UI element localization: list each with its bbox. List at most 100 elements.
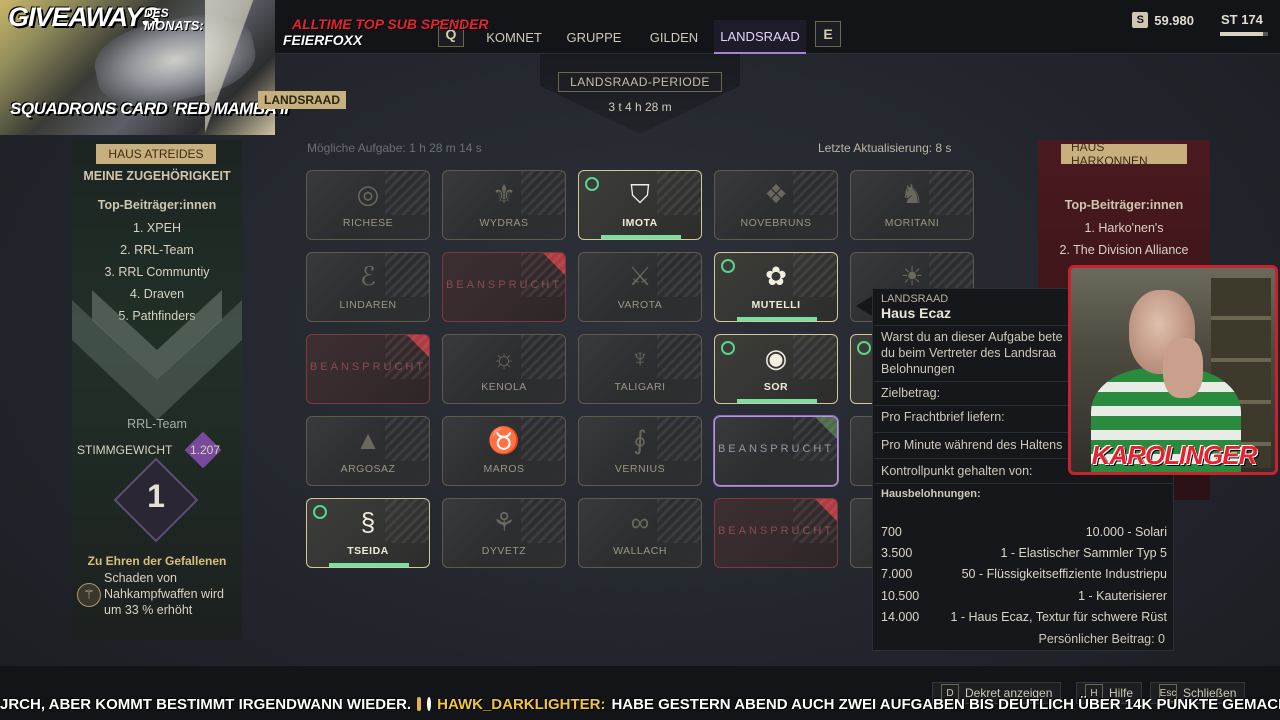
house-tile[interactable]: ◎ RICHESE [306,170,430,240]
house-name: VERNIUS [614,463,666,475]
house-tile[interactable]: BEANSPRUCHT [306,334,430,404]
contributor-item: 2. The Division Alliance [1059,243,1189,257]
house-tile[interactable]: ⛉ IMOTA [578,170,702,240]
house-emblem-icon: ⚜ [492,179,516,209]
tab-gruppe[interactable]: GRUPPE [560,20,628,54]
solari-amount: 59.980 [1154,12,1194,28]
tab-gilden[interactable]: GILDEN [642,20,706,54]
house-emblem-icon: § [360,507,376,537]
subscriber-badge-icon [417,697,422,711]
task-available-icon [721,341,735,355]
giveaway-title: GIVEAWAYS [8,2,160,32]
house-emblem-icon: ◉ [764,343,788,373]
tooltip-category: LANDSRAAD [881,293,949,305]
reward-row: 14.000 1 - Haus Ecaz, Textur für schwere … [881,610,1167,624]
house-emblem-icon: ☀ [900,261,924,291]
tab-landsraad[interactable]: LANDSRAAD [714,20,806,54]
house-name: SOR [763,381,789,393]
claimed-corner-icon [815,499,837,521]
period-banner [540,54,740,134]
house-tile[interactable]: ✿ MUTELLI [714,252,838,322]
chat-message: HABE GESTERN ABEND AUCH ZWEI AUFGABEN BI… [611,695,1280,713]
house-name: WYDRAS [479,217,529,229]
house-emblem-icon: ❖ [764,179,788,209]
house-name: DYVETZ [481,545,527,557]
honor-description: Schaden von Nahkampfwaffen wird um 33 % … [104,571,224,617]
house-name: ARGOSAZ [340,463,396,475]
affiliation-label: MEINE ZUGEHÖRIGKEIT [83,169,231,183]
stamina-bar-fill [1220,32,1264,36]
house-emblem-icon: ♞ [900,179,924,209]
claimed-label: BEANSPRUCHT [309,361,427,373]
tooltip-desc-line: Warst du an dieser Aufgabe bete [881,330,1063,344]
house-tile[interactable]: ⚔ VAROTA [578,252,702,322]
contributor-item: 2. RRL-Team [120,243,194,257]
tooltip-per-minute: Pro Minute während des Haltens [881,438,1063,452]
task-progress-bar [601,235,681,239]
house-tile[interactable]: ℰ LINDAREN [306,252,430,322]
chat-username: HAWK_DARKLIGHTER: [437,695,606,713]
tooltip-divider [874,483,1174,484]
task-available-icon [585,177,599,191]
claimed-corner-icon [543,253,565,275]
house-tile[interactable]: ⚜ WYDRAS [442,170,566,240]
rank-number: 1 [147,478,165,514]
house-name: TSEIDA [347,545,389,557]
reward-amount: 700 [881,525,902,539]
last-update: Letzte Aktualisierung: 8 s [818,141,952,155]
house-emblem-icon: ⚘ [492,507,516,537]
house-tile[interactable]: ☼ KENOLA [442,334,566,404]
stamina-bar [1220,32,1268,36]
claimed-label: BEANSPRUCHT [445,279,563,291]
streamer-hand-image [1163,338,1203,398]
house-name: WALLACH [613,545,667,557]
atreides-contributors-title: Top-Beiträger:innen [97,198,217,212]
house-emblem-icon: ♉ [487,425,521,455]
period-time: 3 t 4 h 28 m [608,100,672,114]
prime-badge-icon [427,697,432,711]
house-tile[interactable]: ♉ MAROS [442,416,566,486]
reward-amount: 10.500 [881,589,920,603]
house-emblem-icon: ∮ [633,425,647,455]
house-tile[interactable]: BEANSPRUCHT [442,252,566,322]
house-name: TALIGARI [614,381,666,393]
vote-weight-label: STIMMGEWICHT [77,443,173,457]
house-tile[interactable]: ♞ MORITANI [850,170,974,240]
house-tile[interactable]: ◉ SOR [714,334,838,404]
webcam-name-logo: KAROLINGER [1091,440,1258,470]
task-available-icon [721,259,735,273]
tooltip-checkpoint: Kontrollpunkt gehalten von: [881,464,1033,478]
harkonnen-contributors-title: Top-Beiträger:innen [1064,198,1184,212]
house-tile[interactable]: ∞ WALLACH [578,498,702,568]
house-emblem-icon: ✿ [765,261,787,291]
house-tile[interactable]: ♆ TALIGARI [578,334,702,404]
task-available-icon [313,505,327,519]
tooltip-per-delivery: Pro Frachtbrief liefern: [881,410,1005,424]
house-tile[interactable]: § TSEIDA [306,498,430,568]
claimed-label: BEANSPRUCHT [717,443,835,455]
reward-amount: 14.000 [881,610,920,624]
house-tile[interactable]: BEANSPRUCHT [714,498,838,568]
house-name: VAROTA [617,299,663,311]
house-tile[interactable]: ▲ ARGOSAZ [306,416,430,486]
reward-amount: 3.500 [881,546,913,560]
vote-weight-row: STIMMGEWICHT 1.207 [77,443,242,457]
task-progress-bar [737,317,817,321]
house-tile[interactable]: BEANSPRUCHT [714,416,838,486]
house-tile[interactable]: ∮ VERNIUS [578,416,702,486]
house-tile[interactable]: ⚘ DYVETZ [442,498,566,568]
claimed-corner-icon [815,417,837,439]
nav-next-key[interactable]: E [815,21,841,47]
house-tile[interactable]: ❖ NOVEBRUNS [714,170,838,240]
reward-row: 3.500 1 - Elastischer Sammler Typ 5 [881,546,1167,560]
house-name: LINDAREN [339,299,397,311]
reward-item: 1 - Haus Ecaz, Textur für schwere Rüst [950,610,1167,624]
house-harkonnen-label: HAUS HARKONNEN [1061,140,1187,168]
house-name: NOVEBRUNS [740,217,812,229]
contributor-item: 1. Harko'nen's [1084,221,1164,235]
contributor-item: 1. XPEH [133,221,181,235]
house-emblem-icon: ▲ [355,425,381,455]
tooltip-title: Haus Ecaz [881,305,952,321]
reward-item: 1 - Elastischer Sammler Typ 5 [1000,546,1168,560]
stream-chat-ticker: JRCH, ABER KOMMT BESTIMMT IRGENDWANN WIE… [0,690,1280,718]
